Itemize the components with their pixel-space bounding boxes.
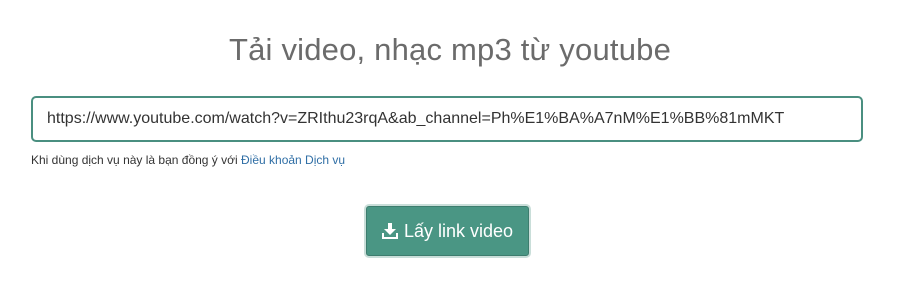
- get-video-link-button[interactable]: Lấy link video: [366, 206, 529, 256]
- terms-of-service-link[interactable]: Điều khoản Dịch vụ: [241, 153, 345, 167]
- download-icon: [381, 223, 398, 239]
- page: Tải video, nhạc mp3 từ youtube Khi dùng …: [0, 0, 900, 282]
- youtube-url-input[interactable]: [31, 96, 863, 142]
- page-title: Tải video, nhạc mp3 từ youtube: [228, 32, 672, 67]
- terms-notice: Khi dùng dịch vụ này là bạn đồng ý với Đ…: [31, 153, 345, 167]
- terms-text: Khi dùng dịch vụ này là bạn đồng ý với: [31, 153, 242, 167]
- get-video-link-label: Lấy link video: [403, 220, 514, 241]
